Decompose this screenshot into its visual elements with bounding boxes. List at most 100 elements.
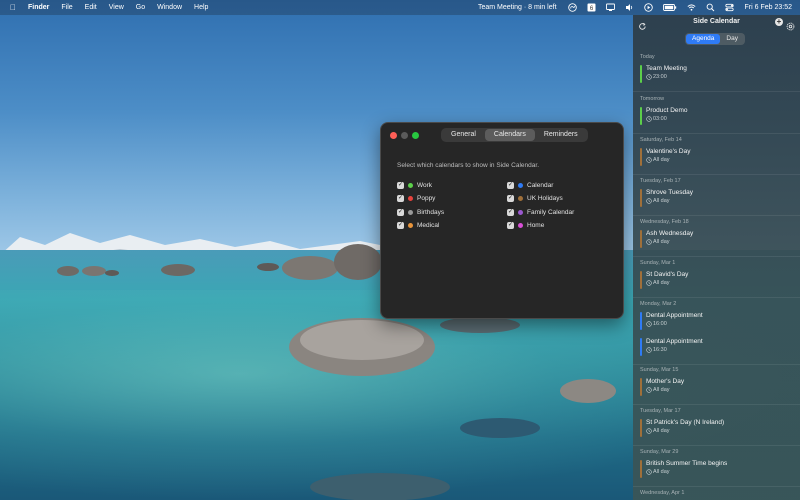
clock-icon bbox=[646, 428, 652, 434]
menu-help[interactable]: Help bbox=[188, 0, 214, 15]
play-icon[interactable] bbox=[643, 3, 653, 12]
checkbox-checked-icon[interactable]: ✓ bbox=[397, 195, 404, 203]
menu-bar:  Finder File Edit View Go Window Help T… bbox=[0, 0, 800, 15]
checkbox-checked-icon[interactable]: ✓ bbox=[397, 208, 404, 216]
calendar-color-dot bbox=[408, 223, 413, 229]
event-item[interactable]: Team Meeting 23:00 bbox=[640, 64, 790, 85]
settings-window: General Calendars Reminders Select which… bbox=[380, 122, 624, 319]
calendar-color-dot bbox=[518, 196, 523, 202]
event-color-bar bbox=[640, 460, 642, 478]
window-minimize-button[interactable] bbox=[401, 132, 408, 139]
event-color-bar bbox=[640, 148, 642, 166]
apple-menu-icon[interactable]:  bbox=[0, 0, 22, 15]
tab-day[interactable]: Day bbox=[720, 34, 744, 44]
event-item[interactable]: Mother's Day All day bbox=[640, 377, 790, 398]
volume-icon[interactable] bbox=[625, 3, 634, 12]
gear-icon[interactable] bbox=[786, 18, 795, 31]
side-calendar-panel: Side Calendar + Agenda Day Today Team Me… bbox=[633, 15, 800, 500]
menu-go[interactable]: Go bbox=[130, 0, 151, 15]
event-item[interactable]: Shrove Tuesday All day bbox=[640, 188, 790, 209]
day-divider bbox=[633, 364, 800, 365]
calendar-option-medical[interactable]: ✓ Medical bbox=[397, 219, 444, 232]
event-title: Shrove Tuesday bbox=[646, 189, 693, 196]
calendar-option-family-calendar[interactable]: ✓ Family Calendar bbox=[507, 206, 574, 219]
event-time: 16:00 bbox=[653, 321, 667, 327]
event-time: All day bbox=[653, 157, 670, 163]
app-menu-finder[interactable]: Finder bbox=[22, 0, 55, 15]
event-title: St David's Day bbox=[646, 271, 689, 278]
panel-header: Side Calendar + bbox=[633, 15, 800, 31]
menubar-clock[interactable]: Fri 6 Feb 23:52 bbox=[739, 4, 800, 11]
display-icon[interactable] bbox=[605, 3, 615, 12]
clock-icon bbox=[646, 469, 652, 475]
calendar-option-poppy[interactable]: ✓ Poppy bbox=[397, 192, 444, 205]
calendar-list-right: ✓ Calendar ✓ UK Holidays ✓ Family Calend… bbox=[507, 179, 574, 232]
spotlight-search-icon[interactable] bbox=[706, 3, 715, 12]
view-switcher: Agenda Day bbox=[685, 33, 745, 45]
event-item[interactable]: St David's Day All day bbox=[640, 270, 790, 291]
calendar-name: Home bbox=[527, 222, 545, 230]
menu-window[interactable]: Window bbox=[151, 0, 188, 15]
calendar-color-dot bbox=[408, 209, 413, 215]
event-color-bar bbox=[640, 189, 642, 207]
window-zoom-button[interactable] bbox=[412, 132, 419, 139]
clock-icon bbox=[646, 239, 652, 245]
day-heading: Monday, Mar 2 bbox=[640, 301, 677, 307]
side-calendar-menu-icon[interactable]: 6 bbox=[587, 3, 596, 12]
calendar-color-dot bbox=[518, 223, 523, 229]
event-item[interactable]: British Summer Time begins All day bbox=[640, 459, 790, 480]
calendar-color-dot bbox=[518, 209, 523, 215]
event-time: 23:00 bbox=[653, 74, 667, 80]
event-item[interactable]: Dental Appointment 16:30 bbox=[640, 337, 790, 358]
event-color-bar bbox=[640, 378, 642, 396]
day-divider bbox=[633, 297, 800, 298]
calendar-option-birthdays[interactable]: ✓ Birthdays bbox=[397, 206, 444, 219]
tab-reminders[interactable]: Reminders bbox=[535, 129, 587, 141]
event-item[interactable]: Valentine's Day All day bbox=[640, 147, 790, 168]
checkbox-checked-icon[interactable]: ✓ bbox=[507, 208, 514, 216]
event-title: Product Demo bbox=[646, 107, 688, 114]
next-meeting-status[interactable]: Team Meeting · 8 min left bbox=[472, 4, 563, 11]
day-divider bbox=[633, 404, 800, 405]
calendar-name: UK Holidays bbox=[527, 195, 563, 203]
event-title: Mother's Day bbox=[646, 378, 685, 385]
event-item[interactable]: Product Demo 03:00 bbox=[640, 106, 790, 127]
checkbox-checked-icon[interactable]: ✓ bbox=[507, 182, 514, 190]
menu-view[interactable]: View bbox=[103, 0, 130, 15]
checkbox-checked-icon[interactable]: ✓ bbox=[507, 195, 514, 203]
calendar-option-calendar[interactable]: ✓ Calendar bbox=[507, 179, 574, 192]
tab-agenda[interactable]: Agenda bbox=[686, 34, 721, 44]
event-title: British Summer Time begins bbox=[646, 460, 728, 467]
day-divider bbox=[633, 133, 800, 134]
menu-file[interactable]: File bbox=[55, 0, 78, 15]
tab-calendars[interactable]: Calendars bbox=[484, 129, 535, 141]
wifi-icon[interactable] bbox=[687, 3, 696, 12]
event-title: Valentine's Day bbox=[646, 148, 691, 155]
event-item[interactable]: St Patrick's Day (N Ireland) All day bbox=[640, 418, 790, 439]
add-event-button[interactable]: + bbox=[775, 18, 783, 26]
event-title: St Patrick's Day (N Ireland) bbox=[646, 419, 725, 426]
window-close-button[interactable] bbox=[390, 132, 397, 139]
calendar-list-left: ✓ Work ✓ Poppy ✓ Birthdays ✓ Medical bbox=[397, 179, 444, 232]
checkbox-checked-icon[interactable]: ✓ bbox=[397, 182, 404, 190]
event-color-bar bbox=[640, 312, 642, 330]
clock-icon bbox=[646, 198, 652, 204]
calendar-option-work[interactable]: ✓ Work bbox=[397, 179, 444, 192]
control-center-icon[interactable] bbox=[724, 3, 734, 12]
calendar-color-dot bbox=[408, 183, 413, 189]
day-heading: Sunday, Mar 15 bbox=[640, 367, 679, 373]
battery-icon[interactable] bbox=[662, 3, 677, 12]
event-item[interactable]: Dental Appointment 16:00 bbox=[640, 311, 790, 332]
event-color-bar bbox=[640, 271, 642, 289]
menu-edit[interactable]: Edit bbox=[79, 0, 103, 15]
checkbox-checked-icon[interactable]: ✓ bbox=[397, 222, 404, 230]
tab-general[interactable]: General bbox=[442, 129, 485, 141]
event-title: Dental Appointment bbox=[646, 312, 703, 319]
checkbox-checked-icon[interactable]: ✓ bbox=[507, 222, 514, 230]
calendar-option-uk-holidays[interactable]: ✓ UK Holidays bbox=[507, 192, 574, 205]
shazam-icon[interactable] bbox=[567, 3, 577, 12]
event-item[interactable]: Ash Wednesday All day bbox=[640, 229, 790, 250]
calendar-name: Birthdays bbox=[417, 208, 445, 216]
calendar-option-home[interactable]: ✓ Home bbox=[507, 219, 574, 232]
day-heading: Saturday, Feb 14 bbox=[640, 137, 682, 143]
